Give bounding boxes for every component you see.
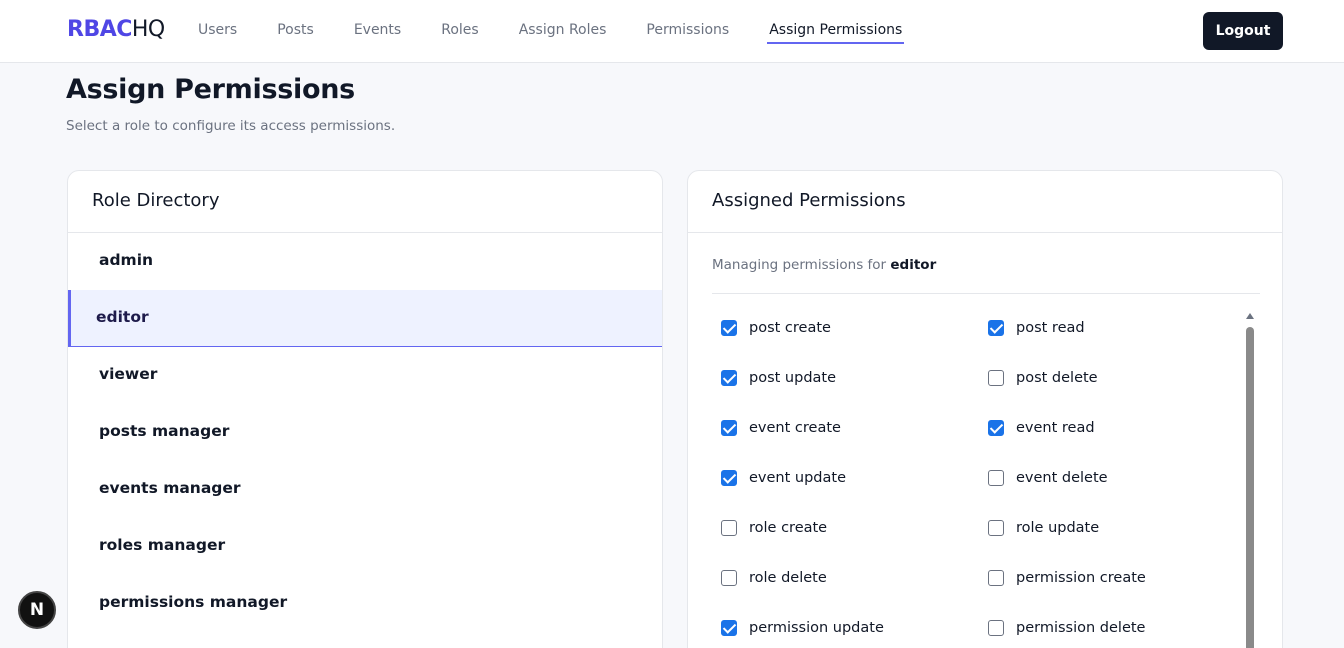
brand-part1: RBAC	[67, 17, 132, 42]
perm-role-update[interactable]: role update	[988, 520, 1099, 536]
checkbox[interactable]	[721, 420, 737, 436]
scrollbar[interactable]	[1245, 311, 1255, 648]
perm-event-delete[interactable]: event delete	[988, 470, 1108, 486]
role-item-posts-manager[interactable]: posts manager	[68, 404, 662, 461]
nav-posts[interactable]: Posts	[277, 22, 314, 44]
nav-roles[interactable]: Roles	[441, 22, 478, 44]
role-item-permissions-manager[interactable]: permissions manager	[68, 575, 662, 632]
perm-post-delete[interactable]: post delete	[988, 370, 1098, 386]
perm-post-update[interactable]: post update	[721, 370, 836, 386]
scroll-up-arrow-icon[interactable]	[1246, 313, 1254, 319]
perm-label: post create	[749, 320, 831, 336]
perm-label: post delete	[1016, 370, 1098, 386]
role-item-admin[interactable]: admin	[68, 233, 662, 290]
checkbox[interactable]	[988, 620, 1004, 636]
managing-role: editor	[890, 257, 937, 273]
role-item-viewer[interactable]: viewer	[68, 347, 662, 404]
main-nav: Users Posts Events Roles Assign Roles Pe…	[198, 22, 944, 44]
role-directory-card: Role Directory admin editor viewer posts…	[67, 170, 663, 648]
managing-text: Managing permissions for editor	[712, 257, 936, 273]
nav-assign-roles[interactable]: Assign Roles	[519, 22, 607, 44]
checkbox[interactable]	[988, 570, 1004, 586]
perm-label: permission update	[749, 620, 884, 636]
scrollbar-thumb[interactable]	[1246, 327, 1254, 648]
perm-label: event delete	[1016, 470, 1108, 486]
perm-event-update[interactable]: event update	[721, 470, 846, 486]
checkbox[interactable]	[988, 370, 1004, 386]
brand-logo[interactable]: RBACHQ	[67, 17, 165, 42]
checkbox[interactable]	[721, 470, 737, 486]
perm-event-read[interactable]: event read	[988, 420, 1095, 436]
perm-label: post read	[1016, 320, 1085, 336]
checkbox[interactable]	[721, 570, 737, 586]
checkbox[interactable]	[721, 370, 737, 386]
checkbox[interactable]	[721, 620, 737, 636]
perm-event-create[interactable]: event create	[721, 420, 841, 436]
page-subtitle: Select a role to configure its access pe…	[66, 118, 396, 134]
divider	[712, 293, 1260, 294]
assigned-permissions-card: Assigned Permissions Managing permission…	[687, 170, 1283, 648]
checkbox[interactable]	[988, 470, 1004, 486]
checkbox[interactable]	[988, 420, 1004, 436]
assigned-permissions-header: Assigned Permissions	[688, 171, 1282, 233]
perm-label: role delete	[749, 570, 827, 586]
checkbox[interactable]	[721, 320, 737, 336]
role-item-roles-manager[interactable]: roles manager	[68, 518, 662, 575]
perm-label: event create	[749, 420, 841, 436]
managing-prefix: Managing permissions for	[712, 257, 887, 273]
logout-button[interactable]: Logout	[1203, 12, 1283, 50]
perm-permission-create[interactable]: permission create	[988, 570, 1146, 586]
perm-label: permission delete	[1016, 620, 1146, 636]
top-navbar: RBACHQ Users Posts Events Roles Assign R…	[0, 0, 1344, 63]
nav-events[interactable]: Events	[354, 22, 401, 44]
perm-post-read[interactable]: post read	[988, 320, 1085, 336]
nav-users[interactable]: Users	[198, 22, 237, 44]
checkbox[interactable]	[988, 320, 1004, 336]
perm-label: event read	[1016, 420, 1095, 436]
checkbox[interactable]	[988, 520, 1004, 536]
perm-permission-update[interactable]: permission update	[721, 620, 884, 636]
checkbox[interactable]	[721, 520, 737, 536]
perm-permission-delete[interactable]: permission delete	[988, 620, 1145, 636]
nav-permissions[interactable]: Permissions	[646, 22, 729, 44]
role-item-editor[interactable]: editor	[68, 290, 662, 347]
role-directory-header: Role Directory	[68, 171, 662, 233]
perm-role-delete[interactable]: role delete	[721, 570, 827, 586]
page-title: Assign Permissions	[66, 74, 355, 105]
perm-role-create[interactable]: role create	[721, 520, 827, 536]
brand-part2: HQ	[131, 17, 165, 42]
perm-label: post update	[749, 370, 837, 386]
perm-label: role update	[1016, 520, 1100, 536]
perm-label: role create	[749, 520, 828, 536]
perm-label: event update	[749, 470, 846, 486]
role-item-events-manager[interactable]: events manager	[68, 461, 662, 518]
nav-assign-permissions[interactable]: Assign Permissions	[767, 22, 905, 44]
perm-post-create[interactable]: post create	[721, 320, 831, 336]
dev-tools-badge[interactable]: N	[18, 591, 56, 629]
perm-label: permission create	[1016, 570, 1146, 586]
